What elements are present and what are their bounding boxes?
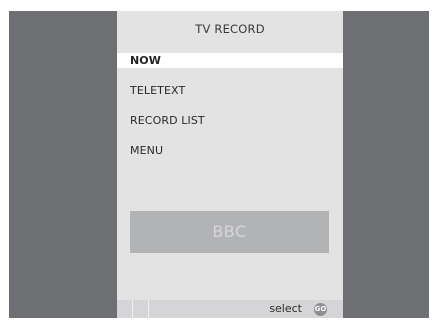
footer-divider (148, 300, 149, 318)
menu-item-label: TELETEXT (130, 84, 186, 97)
footer-hint-bar: select GO (117, 300, 343, 318)
menu-title: TV RECORD (195, 22, 265, 36)
menu-item-record-list[interactable]: RECORD LIST (117, 113, 343, 128)
tv-record-menu-panel: TV RECORD NOW TELETEXT RECORD LIST MENU … (117, 11, 343, 318)
menu-item-teletext[interactable]: TELETEXT (117, 83, 343, 98)
menu-item-label: RECORD LIST (130, 114, 205, 127)
go-button-icon: GO (314, 303, 327, 316)
menu-item-label: MENU (130, 144, 164, 157)
menu-list: NOW TELETEXT RECORD LIST MENU (117, 53, 343, 173)
channel-display: BBC (130, 211, 329, 253)
select-hint-label: select (269, 302, 302, 315)
footer-divider (132, 300, 133, 318)
menu-item-menu[interactable]: MENU (117, 143, 343, 158)
menu-item-label: NOW (130, 54, 161, 67)
menu-item-now[interactable]: NOW (117, 53, 343, 68)
